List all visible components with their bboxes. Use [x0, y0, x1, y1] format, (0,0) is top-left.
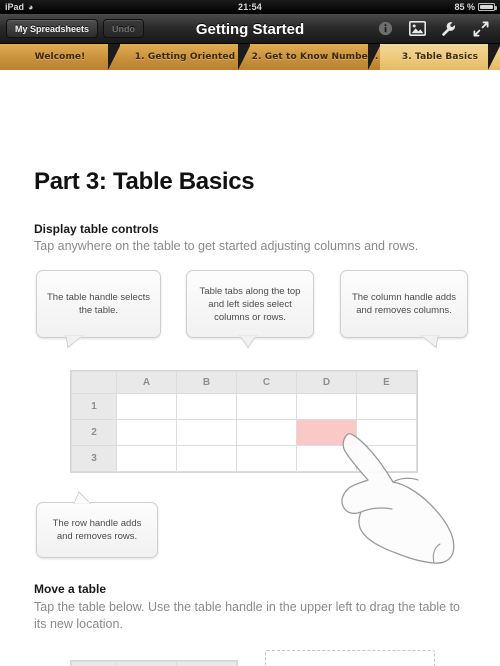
table-header-row: A B	[71, 661, 237, 666]
table-grid: A B 1 2	[71, 661, 237, 666]
page-title: Part 3: Table Basics	[34, 168, 255, 195]
row-header-2[interactable]: 2	[71, 419, 117, 446]
row-header-3[interactable]: 3	[71, 445, 117, 472]
cell-b2[interactable]	[176, 419, 237, 446]
column-header-b[interactable]: B	[176, 371, 237, 394]
cell-b1[interactable]	[176, 393, 237, 420]
cell-c2[interactable]	[236, 419, 297, 446]
callout-table-handle: The table handle selects the table.	[36, 270, 161, 349]
navigation-bar: My Spreadsheets Undo Getting Started	[0, 14, 500, 44]
lesson-content: Part 3: Table Basics Display table contr…	[0, 70, 500, 666]
callout-text: The table handle selects the table.	[47, 292, 150, 316]
tab-getting-oriented[interactable]: 1. Getting Oriented	[120, 44, 250, 70]
callout-text: Table tabs along the top and left sides …	[199, 285, 301, 323]
status-bar: iPad ◕ 21:54 85 %	[0, 0, 500, 14]
info-icon[interactable]	[376, 20, 394, 38]
callout-tail-icon	[65, 335, 84, 349]
table-row: 3	[71, 445, 417, 472]
fullscreen-expand-icon[interactable]	[472, 20, 490, 38]
section-heading-display-table-controls: Display table controls	[34, 222, 159, 236]
lesson-tab-bar: Welcome! 1. Getting Oriented 2. Get to K…	[0, 44, 500, 70]
cell-c3[interactable]	[236, 445, 297, 472]
demo-table-main[interactable]: A B C D E 1 2 3	[70, 370, 418, 473]
callout-tail-icon	[73, 491, 92, 504]
cell-a3[interactable]	[116, 445, 177, 472]
callout-table-tabs: Table tabs along the top and left sides …	[186, 270, 314, 349]
cell-c1[interactable]	[236, 393, 297, 420]
section-heading-move-a-table: Move a table	[34, 582, 107, 596]
cell-d3[interactable]	[296, 445, 357, 472]
column-header-c[interactable]: C	[236, 371, 297, 394]
column-header-a[interactable]: A	[116, 371, 177, 394]
callout-text: The column handle adds and removes colum…	[351, 292, 457, 316]
cell-d2-selected[interactable]	[296, 419, 357, 446]
table-row: 1	[71, 393, 417, 420]
cell-d1[interactable]	[296, 393, 357, 420]
cell-e1[interactable]	[356, 393, 417, 420]
section-body-display-table-controls: Tap anywhere on the table to get started…	[34, 239, 419, 253]
tab-notch-icon	[488, 44, 500, 70]
tab-label: Welcome!	[34, 52, 86, 62]
cell-e3[interactable]	[356, 445, 417, 472]
tab-welcome[interactable]: Welcome!	[0, 44, 120, 70]
row-header-1[interactable]: 1	[71, 393, 117, 420]
cell-a1[interactable]	[116, 393, 177, 420]
tab-notch-icon	[108, 44, 120, 70]
column-header-d[interactable]: D	[296, 371, 357, 394]
tab-get-to-know-numbers[interactable]: 2. Get to Know Numbe...	[250, 44, 380, 70]
tab-notch-icon	[238, 44, 250, 70]
callout-row-handle: The row handle adds and removes rows.	[36, 491, 158, 558]
column-header-b[interactable]: B	[176, 661, 237, 666]
callout-column-handle: The column handle adds and removes colum…	[340, 270, 468, 349]
section-body-move-a-table: Tap the table below. Use the table handl…	[34, 600, 460, 631]
tools-wrench-icon[interactable]	[440, 20, 458, 38]
column-header-a[interactable]: A	[116, 661, 177, 666]
tab-table-basics[interactable]: 3. Table Basics	[380, 44, 500, 70]
battery-icon	[478, 3, 497, 11]
callout-tail-icon	[420, 335, 439, 349]
navbar-left-group: My Spreadsheets Undo	[0, 19, 145, 38]
undo-button[interactable]: Undo	[103, 19, 145, 38]
tab-label: 2. Get to Know Numbe...	[251, 52, 379, 62]
table-row: 2	[71, 419, 417, 446]
tab-label: 1. Getting Oriented	[134, 52, 236, 62]
status-bar-clock: 21:54	[0, 0, 500, 14]
table-corner-handle[interactable]	[71, 371, 117, 394]
cell-b3[interactable]	[176, 445, 237, 472]
navbar-right-group	[376, 20, 500, 38]
media-image-icon[interactable]	[408, 20, 426, 38]
demo-table-move[interactable]: A B 1 2	[70, 660, 238, 666]
cell-e2[interactable]	[356, 419, 417, 446]
tab-notch-icon	[368, 44, 380, 70]
table-corner-handle[interactable]	[71, 661, 117, 666]
clock-label: 21:54	[237, 2, 263, 12]
table-grid: A B C D E 1 2 3	[71, 371, 417, 472]
table-dropzone[interactable]: Place table here.	[265, 650, 435, 666]
my-spreadsheets-button[interactable]: My Spreadsheets	[6, 19, 99, 38]
cell-a2[interactable]	[116, 419, 177, 446]
callout-text: The row handle adds and removes rows.	[52, 518, 142, 542]
tab-label: 3. Table Basics	[401, 52, 479, 62]
table-header-row: A B C D E	[71, 371, 417, 394]
callout-tail-icon	[239, 335, 257, 349]
column-header-e[interactable]: E	[356, 371, 417, 394]
